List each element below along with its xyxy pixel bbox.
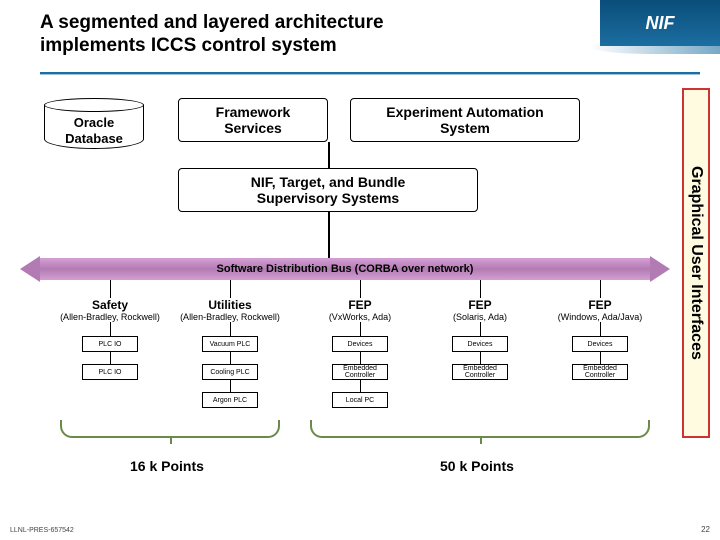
- col-subtitle: (Allen-Bradley, Rockwell): [170, 312, 290, 322]
- col-title: FEP: [420, 298, 540, 312]
- embedded-controller-chip: Embedded Controller: [572, 364, 628, 380]
- footer-left: LLNL-PRES-657542: [10, 527, 74, 534]
- connector: [230, 352, 231, 364]
- distribution-bus: Software Distribution Bus (CORBA over ne…: [40, 258, 650, 280]
- cooling-plc-chip: Cooling PLC: [202, 364, 258, 380]
- col-subtitle: (VxWorks, Ada): [300, 312, 420, 322]
- argon-plc-chip: Argon PLC: [202, 392, 258, 408]
- col-subtitle: (Windows, Ada/Java): [540, 312, 660, 322]
- embedded-controller-chip: Embedded Controller: [452, 364, 508, 380]
- diagram-canvas: Oracle Database Framework Services Exper…: [0, 80, 720, 510]
- connector: [360, 322, 361, 336]
- col-title: FEP: [540, 298, 660, 312]
- bus-arrow-right-icon: [650, 256, 670, 282]
- fep-solaris-column: FEP (Solaris, Ada): [420, 298, 540, 322]
- connector: [328, 142, 330, 168]
- devices-chip: Devices: [452, 336, 508, 352]
- devices-chip: Devices: [332, 336, 388, 352]
- bus-arrow-left-icon: [20, 256, 40, 282]
- fep-vxworks-column: FEP (VxWorks, Ada): [300, 298, 420, 322]
- connector: [110, 352, 111, 364]
- embedded-controller-chip: Embedded Controller: [332, 364, 388, 380]
- vacuum-plc-chip: Vacuum PLC: [202, 336, 258, 352]
- plcio-chip: PLC IO: [82, 364, 138, 380]
- experiment-automation-box: Experiment Automation System: [350, 98, 580, 142]
- left-points-label: 16 k Points: [130, 458, 204, 474]
- connector: [230, 280, 231, 298]
- connector: [230, 380, 231, 392]
- gui-sidebar: Graphical User Interfaces: [682, 88, 710, 438]
- connector: [360, 380, 361, 392]
- col-title: Utilities: [170, 298, 290, 312]
- nif-wave-decoration: [590, 40, 720, 54]
- connector: [480, 322, 481, 336]
- fep-windows-column: FEP (Windows, Ada/Java): [540, 298, 660, 322]
- footer-right: 22: [701, 525, 710, 534]
- right-points-label: 50 k Points: [440, 458, 514, 474]
- connector: [360, 280, 361, 298]
- plcio-chip: PLC IO: [82, 336, 138, 352]
- connector: [600, 352, 601, 364]
- gui-label: Graphical User Interfaces: [687, 166, 705, 360]
- col-subtitle: (Solaris, Ada): [420, 312, 540, 322]
- connector: [110, 322, 111, 336]
- connector: [600, 280, 601, 298]
- col-title: Safety: [50, 298, 170, 312]
- connector: [360, 352, 361, 364]
- supervisory-box: NIF, Target, and Bundle Supervisory Syst…: [178, 168, 478, 212]
- oracle-database-cylinder: Oracle Database: [44, 98, 144, 149]
- right-brace: [310, 420, 650, 438]
- slide-title: A segmented and layered architecture imp…: [40, 12, 480, 58]
- connector: [480, 280, 481, 298]
- connector: [110, 280, 111, 298]
- header-underline: [40, 72, 700, 75]
- left-brace: [60, 420, 280, 438]
- slide-header: A segmented and layered architecture imp…: [0, 0, 720, 68]
- connector: [328, 212, 330, 258]
- devices-chip: Devices: [572, 336, 628, 352]
- framework-services-box: Framework Services: [178, 98, 328, 142]
- safety-column: Safety (Allen-Bradley, Rockwell): [50, 298, 170, 322]
- bus-label: Software Distribution Bus (CORBA over ne…: [217, 263, 474, 275]
- utilities-column: Utilities (Allen-Bradley, Rockwell): [170, 298, 290, 322]
- connector: [600, 322, 601, 336]
- col-title: FEP: [300, 298, 420, 312]
- connector: [230, 322, 231, 336]
- col-subtitle: (Allen-Bradley, Rockwell): [50, 312, 170, 322]
- connector: [480, 352, 481, 364]
- localpc-chip: Local PC: [332, 392, 388, 408]
